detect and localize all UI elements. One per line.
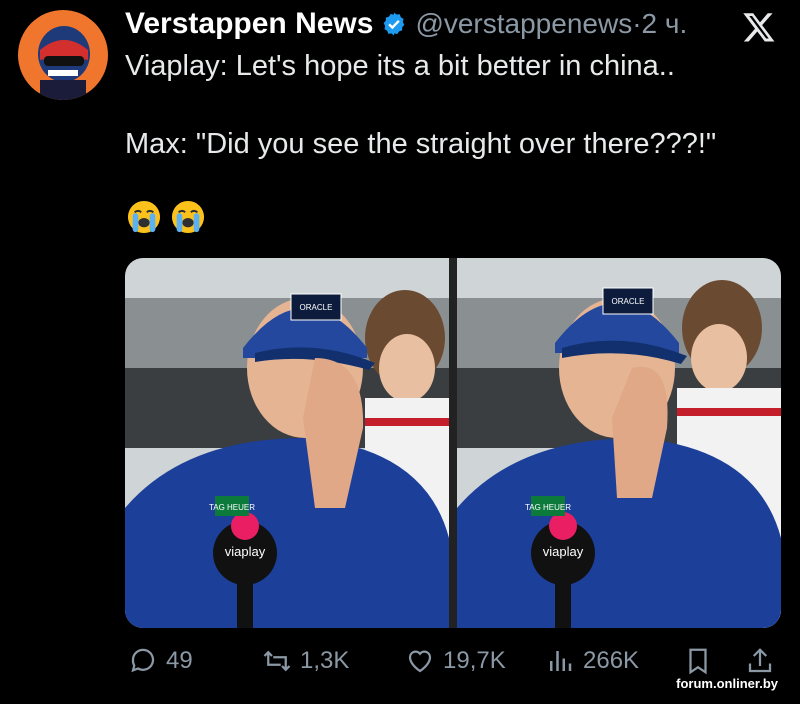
share-icon [748, 648, 772, 673]
emoji-row [127, 200, 205, 234]
tweet-media[interactable]: viaplay TAG HEUER ORACLE viaplay TAG HEU… [125, 258, 781, 628]
views-button[interactable]: 266K [545, 646, 639, 676]
mic-label: viaplay [543, 544, 584, 559]
loudly-crying-face-icon [171, 200, 205, 234]
author-handle[interactable]: @verstappenews [415, 8, 632, 40]
bookmark-button[interactable] [683, 646, 713, 676]
cap-label: ORACLE [300, 303, 333, 312]
tweet-text-line2: Max: "Did you see the straight over ther… [125, 128, 717, 160]
retweet-button[interactable]: 1,3K [262, 646, 349, 676]
watermark: forum.onliner.by [676, 676, 778, 691]
loudly-crying-face-icon [127, 200, 161, 234]
separator-dot: · [632, 8, 642, 39]
like-count: 19,7K [443, 647, 506, 674]
helmet-icon [38, 26, 90, 100]
verified-badge-icon [381, 11, 407, 37]
tweet-time[interactable]: 2 ч. [642, 8, 688, 40]
views-chart-icon [550, 651, 572, 671]
cap-label: ORACLE [612, 297, 645, 306]
tag-heuer-label: TAG HEUER [209, 503, 255, 512]
reply-count: 49 [166, 647, 193, 674]
share-button[interactable] [745, 646, 775, 676]
photo-left[interactable]: viaplay TAG HEUER ORACLE [125, 258, 449, 628]
heart-icon [408, 650, 432, 673]
retweet-icon [263, 650, 291, 672]
mic-label: viaplay [225, 544, 266, 559]
tweet-text: Viaplay: Let's hope its a bit better in … [125, 46, 716, 160]
tweet-text-line1: Viaplay: Let's hope its a bit better in … [125, 50, 675, 82]
x-logo-icon[interactable] [742, 10, 776, 44]
photo-right[interactable]: viaplay TAG HEUER ORACLE [457, 258, 781, 628]
author-name[interactable]: Verstappen News [125, 7, 373, 41]
reply-icon [131, 648, 155, 673]
bookmark-icon [689, 648, 707, 675]
reply-button[interactable]: 49 [128, 646, 193, 676]
tag-heuer-label: TAG HEUER [525, 503, 571, 512]
avatar[interactable] [18, 10, 108, 100]
views-count: 266K [583, 647, 640, 674]
retweet-count: 1,3K [300, 647, 350, 674]
tweet-header: Verstappen News @verstappenews · 2 ч. [125, 6, 687, 42]
like-button[interactable]: 19,7K [405, 646, 506, 676]
